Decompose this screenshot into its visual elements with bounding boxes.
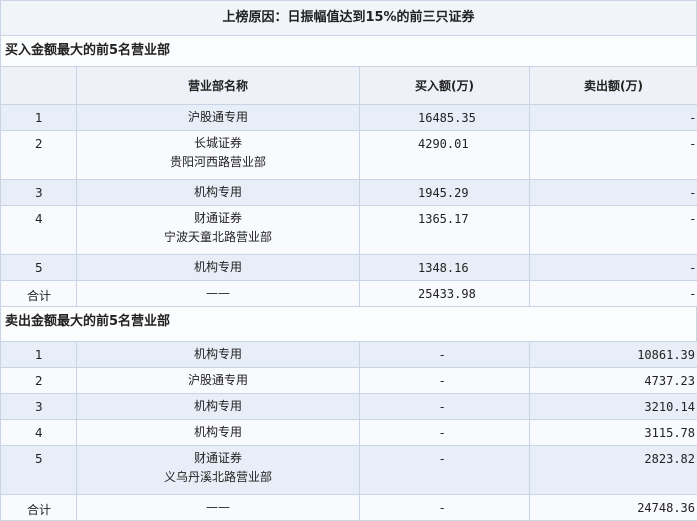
table-row: 1 机构专用 - 10861.39	[1, 342, 697, 368]
rank-cell: 4	[1, 206, 77, 255]
table-row: 5 机构专用 1348.16 -	[1, 255, 697, 281]
buy-amount: -	[360, 446, 530, 495]
broker-name: 财通证券宁波天童北路营业部	[77, 206, 360, 255]
rank-cell: 2	[1, 368, 77, 394]
sell-amount: -	[530, 255, 697, 281]
broker-name: 机构专用	[77, 255, 360, 281]
table-row: 2 长城证券贵阳河西路营业部 4290.01 -	[1, 131, 697, 180]
page-title: 上榜原因：日振幅值达到15%的前三只证券	[0, 0, 697, 36]
broker-name-line: 沪股通专用	[77, 368, 359, 393]
sell-table: 1 机构专用 - 10861.39 2 沪股通专用 - 4737.23 3 机构…	[0, 341, 697, 521]
rank-cell: 1	[1, 342, 77, 368]
total-name-dash: ——	[77, 281, 359, 306]
table-row: 4 财通证券宁波天童北路营业部 1365.17 -	[1, 206, 697, 255]
broker-name-line: 机构专用	[77, 180, 359, 205]
broker-name: 机构专用	[77, 342, 360, 368]
broker-branch-line: 宁波天童北路营业部	[77, 225, 359, 250]
broker-name: 机构专用	[77, 180, 360, 206]
broker-branch-line: 义乌丹溪北路营业部	[77, 465, 359, 490]
sell-amount: -	[530, 131, 697, 180]
buy-amount: -	[360, 394, 530, 420]
rank-header	[1, 67, 77, 105]
total-sell-amount: -	[530, 281, 697, 307]
broker-name: 机构专用	[77, 394, 360, 420]
broker-name: 机构专用	[77, 420, 360, 446]
broker-name: 沪股通专用	[77, 368, 360, 394]
buy-amount: 4290.01	[360, 131, 530, 180]
buy-amount: -	[360, 420, 530, 446]
buy-amount: -	[360, 342, 530, 368]
buy-table: 营业部名称 买入额(万) 卖出额(万) 1 沪股通专用 16485.35 - 2…	[0, 66, 697, 307]
ranking-report: 上榜原因：日振幅值达到15%的前三只证券 买入金额最大的前5名营业部 营业部名称…	[0, 0, 697, 515]
sell-header: 卖出额(万)	[530, 67, 697, 105]
total-name: ——	[77, 281, 360, 307]
buy-section-heading: 买入金额最大的前5名营业部	[0, 36, 697, 66]
sell-section-heading: 卖出金额最大的前5名营业部	[0, 307, 697, 341]
broker-name-line: 机构专用	[77, 394, 359, 419]
total-name: ——	[77, 495, 360, 521]
buy-header: 买入额(万)	[360, 67, 530, 105]
total-row: 合计 —— 25433.98 -	[1, 281, 697, 307]
buy-table-header: 营业部名称 买入额(万) 卖出额(万)	[1, 67, 697, 105]
rank-cell: 3	[1, 394, 77, 420]
rank-cell: 1	[1, 105, 77, 131]
table-row: 1 沪股通专用 16485.35 -	[1, 105, 697, 131]
broker-name-line: 机构专用	[77, 420, 359, 445]
broker-branch-line: 贵阳河西路营业部	[77, 150, 359, 175]
rank-cell: 5	[1, 446, 77, 495]
buy-amount: -	[360, 368, 530, 394]
sell-amount: 4737.23	[530, 368, 697, 394]
buy-amount: 16485.35	[360, 105, 530, 131]
sell-amount: 3210.14	[530, 394, 697, 420]
sell-amount: 3115.78	[530, 420, 697, 446]
table-row: 4 机构专用 - 3115.78	[1, 420, 697, 446]
name-header: 营业部名称	[77, 67, 360, 105]
broker-name: 长城证券贵阳河西路营业部	[77, 131, 360, 180]
table-row: 2 沪股通专用 - 4737.23	[1, 368, 697, 394]
buy-amount: 1945.29	[360, 180, 530, 206]
broker-name: 沪股通专用	[77, 105, 360, 131]
broker-name: 财通证券义乌丹溪北路营业部	[77, 446, 360, 495]
total-name-dash: ——	[77, 495, 359, 520]
broker-name-line: 机构专用	[77, 255, 359, 280]
sell-amount: -	[530, 105, 697, 131]
broker-name-line: 机构专用	[77, 342, 359, 367]
total-buy-amount: 25433.98	[360, 281, 530, 307]
total-label: 合计	[1, 495, 77, 521]
buy-amount: 1348.16	[360, 255, 530, 281]
total-sell-amount: 24748.36	[530, 495, 697, 521]
table-row: 5 财通证券义乌丹溪北路营业部 - 2823.82	[1, 446, 697, 495]
rank-cell: 4	[1, 420, 77, 446]
sell-amount: 2823.82	[530, 446, 697, 495]
rank-cell: 5	[1, 255, 77, 281]
buy-amount: 1365.17	[360, 206, 530, 255]
total-label: 合计	[1, 281, 77, 307]
sell-amount: -	[530, 180, 697, 206]
rank-cell: 2	[1, 131, 77, 180]
rank-cell: 3	[1, 180, 77, 206]
table-row: 3 机构专用 - 3210.14	[1, 394, 697, 420]
total-row: 合计 —— - 24748.36	[1, 495, 697, 521]
sell-amount: 10861.39	[530, 342, 697, 368]
table-row: 3 机构专用 1945.29 -	[1, 180, 697, 206]
broker-name-line: 沪股通专用	[77, 105, 359, 130]
sell-amount: -	[530, 206, 697, 255]
total-buy-amount: -	[360, 495, 530, 521]
